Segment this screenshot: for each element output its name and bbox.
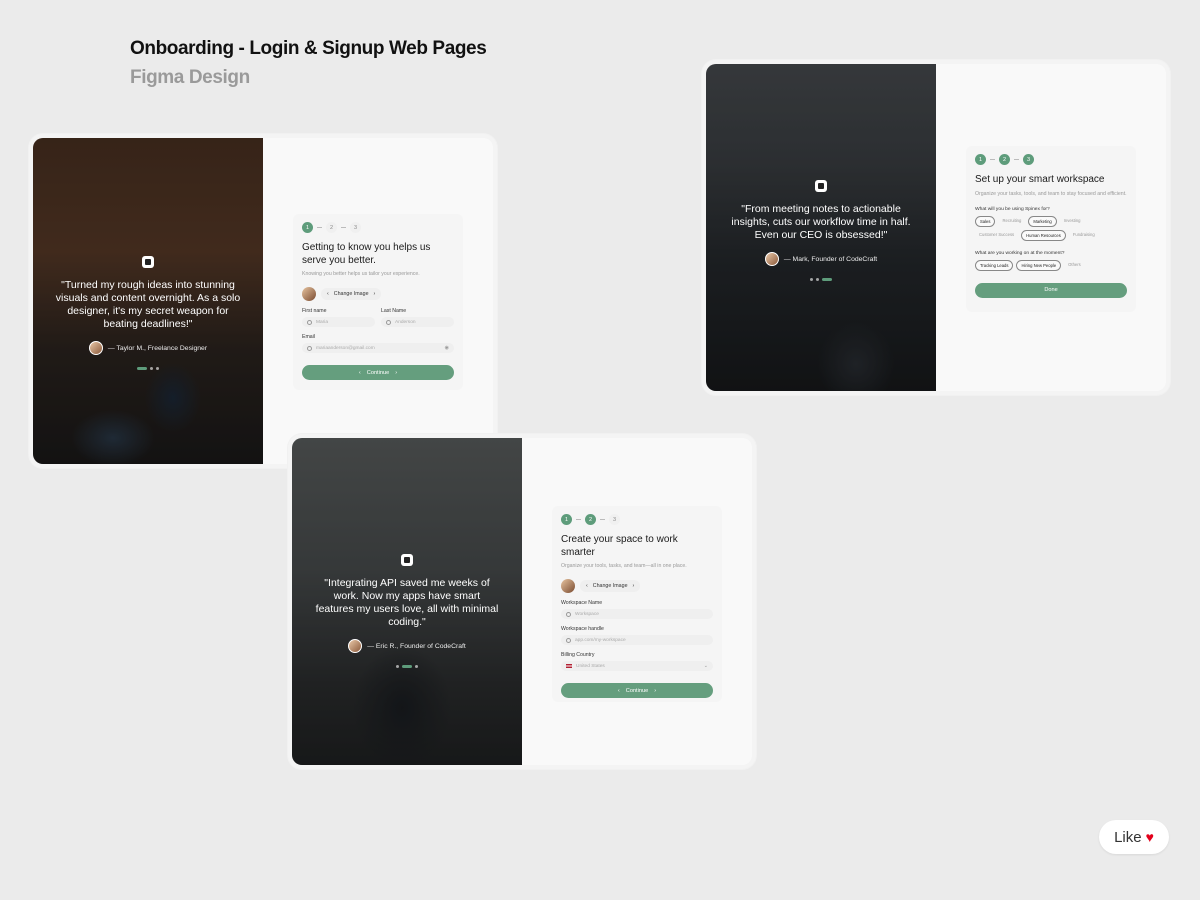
carousel-dots[interactable] [706,278,936,281]
stepper: 1 2 3 [561,514,713,525]
form-title: Create your space to work smarter [561,534,678,558]
screen-profile: "Turned my rough ideas into stunning vis… [33,138,493,464]
screen-create-space: "Integrating API saved me weeks of work.… [292,438,752,765]
option-chip[interactable]: Marketing [1028,215,1057,227]
screen-profile-frame: "Turned my rough ideas into stunning vis… [29,134,497,468]
step-1[interactable]: 1 [561,514,572,525]
carousel-dots[interactable] [292,665,522,668]
usage-options: Sales Recruiting Marketing Investing Custome… [975,215,1127,241]
author-avatar [764,252,779,266]
email-field[interactable]: mariaanderson@gmail.com ◉ [302,343,454,353]
stepper: 1 2 3 [975,154,1127,165]
form-subtitle: Knowing you better helps us tailor your … [302,271,420,277]
option-chip[interactable]: Fundraising [1069,230,1099,241]
option-chip[interactable]: Investing [1060,216,1085,227]
chevron-left-icon: ‹ [586,583,588,589]
user-icon [307,319,312,325]
create-space-form: 1 2 3 Create your space to work smarter … [552,506,722,702]
workspace-handle-field[interactable]: app.com/my-workspace [561,635,713,645]
us-flag-icon [566,664,572,668]
continue-button[interactable]: ‹ Continue › [302,365,454,380]
screen-workspace-setup-frame: "From meeting notes to actionable insigh… [702,60,1170,395]
last-name-field[interactable]: Anderson [381,317,454,327]
continue-button[interactable]: ‹ Continue › [561,683,713,698]
screen-create-space-frame: "Integrating API saved me weeks of work.… [288,434,756,769]
form-title: Getting to know you helps us serve you b… [302,242,431,266]
testimonial-author: — Eric R., Founder of CodeCraft [367,642,466,650]
author-avatar [88,341,103,355]
page-title: Onboarding - Login & Signup Web Pages [130,38,487,59]
current-work-question: What are you working on at the moment? [975,250,1065,256]
page-subtitle: Figma Design [130,67,250,88]
option-chip[interactable]: Recruiting [998,216,1025,227]
heart-icon: ♥ [1145,829,1154,845]
testimonial-quote: "Turned my rough ideas into stunning vis… [55,279,241,330]
email-label: Email [302,334,315,340]
billing-country-label: Billing Country [561,652,595,658]
testimonial-panel: "From meeting notes to actionable insigh… [706,64,936,391]
testimonial-author: — Mark, Founder of CodeCraft [783,255,878,263]
step-2[interactable]: 2 [585,514,596,525]
first-name-field[interactable]: Maria [302,317,375,327]
step-1[interactable]: 1 [302,222,313,233]
form-subtitle: Organize your tasks, tools, and team to … [975,190,1127,197]
form-title: Set up your smart workspace [975,174,1105,185]
brand-logo-icon [401,554,413,566]
profile-avatar [302,287,316,301]
usage-question: What will you be using Spinex for? [975,206,1050,212]
grid-icon [566,611,571,617]
first-name-label: First name [302,308,327,314]
step-3[interactable]: 3 [609,514,620,525]
chevron-right-icon: › [632,583,635,589]
globe-icon [566,637,571,643]
last-name-label: Last Name [381,308,407,314]
change-image-button[interactable]: ‹ Change Image › [321,288,382,300]
brand-logo-icon [815,180,827,192]
mail-icon [307,345,312,351]
workspace-setup-form: 1 2 3 Set up your smart workspace Organi… [966,146,1136,312]
done-button[interactable]: Done [975,282,1127,298]
chevron-left-icon: ‹ [327,291,329,297]
option-chip[interactable]: Customer Success [975,230,1018,241]
option-chip[interactable]: Human Resources [1021,229,1066,241]
brand-logo-icon [142,256,154,268]
step-3[interactable]: 3 [350,222,361,233]
testimonial-author: — Taylor M., Freelance Designer [107,344,208,352]
step-3[interactable]: 3 [1023,154,1034,165]
author-avatar [348,639,363,653]
step-1[interactable]: 1 [975,154,986,165]
workspace-handle-label: Workspace handle [561,626,604,632]
chevron-right-icon: › [373,291,376,297]
screen-workspace-setup: "From meeting notes to actionable insigh… [706,64,1166,391]
form-subtitle: Organize your tools, tasks, and team—all… [561,563,687,569]
workspace-name-field[interactable]: Workspace [561,609,713,619]
option-chip[interactable]: Tracking Leads [975,259,1014,271]
current-work-options: Tracking Leads Hiring New People Others [975,259,1127,271]
eye-icon[interactable]: ◉ [445,345,449,351]
user-icon [386,319,391,325]
testimonial-panel: "Integrating API saved me weeks of work.… [292,438,522,765]
like-button[interactable]: Like ♥ [1099,820,1169,854]
testimonial-quote: "From meeting notes to actionable insigh… [731,203,911,241]
step-2[interactable]: 2 [999,154,1010,165]
change-image-button[interactable]: ‹ Change Image › [580,580,641,592]
billing-country-select[interactable]: United States ⌄ [561,661,713,671]
step-2[interactable]: 2 [326,222,337,233]
testimonial-quote: "Integrating API saved me weeks of work.… [315,577,499,628]
workspace-avatar [561,579,575,593]
option-chip[interactable]: Sales [975,215,996,227]
profile-form: 1 2 3 Getting to know you helps us serve… [293,214,463,390]
testimonial-panel: "Turned my rough ideas into stunning vis… [33,138,263,464]
option-chip[interactable]: Others [1064,260,1085,271]
stepper: 1 2 3 [302,222,454,233]
workspace-name-label: Workspace Name [561,600,603,606]
option-chip[interactable]: Hiring New People [1016,259,1062,271]
carousel-dots[interactable] [33,367,263,370]
chevron-down-icon: ⌄ [703,663,708,669]
